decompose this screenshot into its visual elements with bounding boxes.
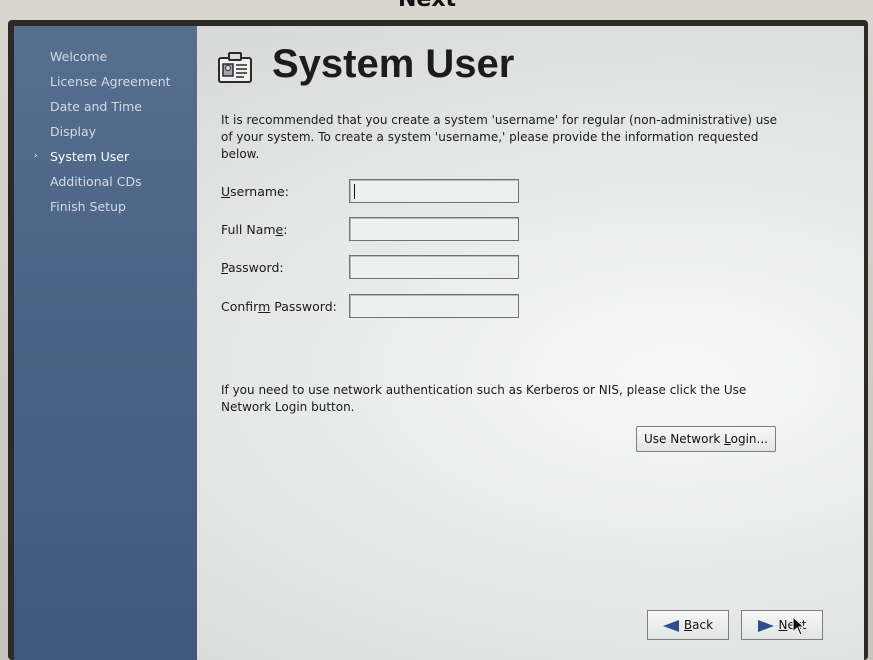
full-name-input[interactable] [349,217,519,241]
sidebar-item-label: System User [50,149,130,164]
steps-sidebar: Welcome License Agreement Date and Time … [14,26,197,660]
sidebar-item-license-agreement: License Agreement [14,69,197,94]
page-title: System User [272,42,515,86]
network-auth-text: If you need to use network authenticatio… [221,383,747,414]
sidebar-item-label: Welcome [50,49,108,64]
intro-text: It is recommended that you create a syst… [221,113,778,161]
sidebar-item-label: Display [50,124,97,139]
back-mnemonic: B [683,618,693,632]
confirm-password-input[interactable] [349,294,519,318]
password-input[interactable] [349,255,519,279]
password-label: Password: [221,260,284,275]
sidebar-item-label: Date and Time [50,99,142,114]
photo-caption-fragment: Next [398,0,456,12]
next-button[interactable]: Next [741,610,823,640]
use-network-login-button[interactable]: Use Network Login... [636,426,776,452]
steps-list: Welcome License Agreement Date and Time … [14,44,197,219]
sidebar-item-label: Finish Setup [50,199,126,214]
sidebar-item-display: Display [14,119,197,144]
username-input[interactable] [349,179,519,203]
user-id-card-icon [218,52,252,83]
sidebar-item-system-user: › System User [14,144,197,169]
sidebar-item-label: License Agreement [50,74,171,89]
password-mnemonic: P [221,260,228,275]
username-label: Username: [221,184,289,199]
full-name-label: Full Name: [221,222,288,237]
text-cursor [354,184,355,199]
confirm-password-label: Confirm Password: [221,299,337,314]
sidebar-item-date-and-time: Date and Time [14,94,197,119]
sidebar-item-label: Additional CDs [50,174,142,189]
next-mnemonic: N [778,618,788,632]
active-step-arrow-icon: › [34,151,38,161]
sidebar-item-additional-cds: Additional CDs [14,169,197,194]
username-mnemonic: U [221,184,231,199]
main-content: System User It is recommended that you c… [197,26,864,660]
confirm-password-mnemonic: m [258,299,271,314]
sidebar-item-welcome: Welcome [14,44,197,69]
back-arrow-icon [662,619,679,632]
mouse-pointer-icon [792,616,806,636]
back-button[interactable]: Back [647,610,729,640]
installer-screen: Welcome License Agreement Date and Time … [14,26,864,660]
photo-frame: Next Welcome License Agreement Date and … [0,0,873,660]
next-arrow-icon [757,619,774,632]
sidebar-item-finish-setup: Finish Setup [14,194,197,219]
